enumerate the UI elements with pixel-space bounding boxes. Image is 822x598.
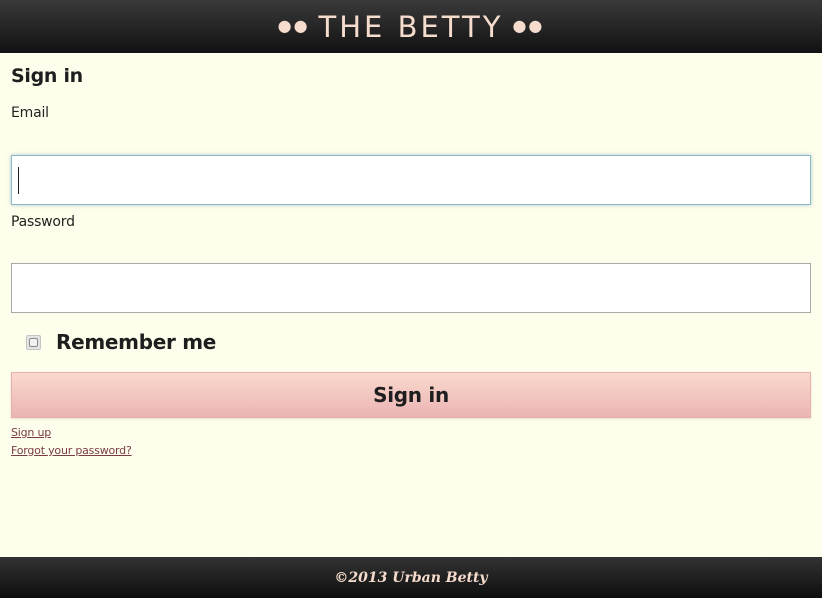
remember-me-label[interactable]: Remember me <box>56 330 216 354</box>
left-dots-decoration: ●● <box>277 16 310 35</box>
password-field[interactable] <box>11 263 811 313</box>
text-cursor <box>18 167 19 194</box>
sign-in-button[interactable]: Sign in <box>11 372 811 418</box>
email-field[interactable] <box>11 155 811 205</box>
right-dots-decoration: ●● <box>512 16 545 35</box>
checkbox-box-icon <box>29 337 38 347</box>
password-label: Password <box>11 214 75 230</box>
site-header: ●● THE BETTY ●● <box>0 0 822 53</box>
email-label: Email <box>11 105 49 121</box>
remember-me-checkbox[interactable] <box>26 334 41 350</box>
page-title: Sign in <box>11 65 83 87</box>
copyright-text: ©2013 Urban Betty <box>334 569 488 586</box>
remember-me-row: Remember me <box>26 330 216 354</box>
brand-title: THE BETTY <box>318 9 504 44</box>
site-footer: ©2013 Urban Betty <box>0 557 822 598</box>
forgot-password-link[interactable]: Forgot your password? <box>11 444 132 457</box>
sign-up-link[interactable]: Sign up <box>11 426 51 439</box>
